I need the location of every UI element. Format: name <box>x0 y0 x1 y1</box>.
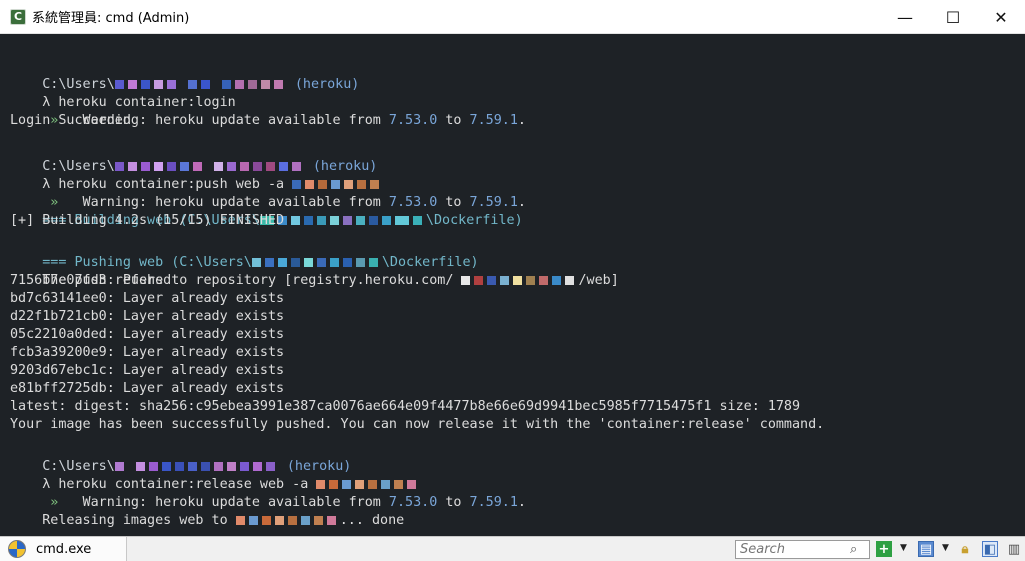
minimize-button[interactable]: — <box>881 0 929 34</box>
close-button[interactable]: ✕ <box>977 0 1025 34</box>
chevron-down-icon[interactable]: ▼ <box>900 543 907 553</box>
window-title: 系統管理員: cmd (Admin) <box>32 11 190 26</box>
warning-to: to <box>437 113 470 128</box>
tab-label: cmd.exe <box>36 541 92 557</box>
view-icon[interactable]: ▤ <box>918 541 934 557</box>
window-controls: — ☐ ✕ <box>881 0 1025 34</box>
console-tab[interactable]: cmd.exe <box>0 536 127 561</box>
layer-line: 7156b7e07fd3: Pushed <box>10 273 172 288</box>
search-box[interactable]: ⌕ <box>735 540 870 559</box>
output-line: Login Succeeded <box>10 113 131 128</box>
releasing-suffix: ... done <box>339 513 405 528</box>
releasing-prefix: Releasing images web to <box>42 513 236 528</box>
maximize-button[interactable]: ☐ <box>929 0 977 34</box>
redacted-app-name <box>235 513 340 528</box>
building-section: === Building web (C:\Users\ \Dockerfile) <box>10 194 522 228</box>
warning-line: » Warning: heroku update available from … <box>10 176 526 210</box>
prompt-line: C:\Users\ (heroku) <box>10 440 351 474</box>
redacted-app-name <box>461 273 578 288</box>
warning-end: . <box>517 113 526 128</box>
warning-line: » Warning: heroku update available from … <box>10 94 526 128</box>
push-success-line: Your image has been successfully pushed.… <box>10 417 825 432</box>
version-to: 7.59.1 <box>469 495 518 510</box>
layer-line: 9203d67ebc1c: Layer already exists <box>10 363 285 378</box>
layer-line: e81bff2725db: Layer already exists <box>10 381 285 396</box>
search-input[interactable] <box>736 541 848 558</box>
cmder-app-icon[interactable]: C <box>10 8 26 25</box>
lock-icon[interactable]: 🔒︎ <box>957 541 973 557</box>
warning-end: . <box>517 495 526 510</box>
version-to: 7.59.1 <box>469 113 518 128</box>
shield-icon <box>8 540 26 558</box>
search-icon[interactable]: ⌕ <box>850 542 857 557</box>
prompt-line: C:\Users\ (heroku) <box>10 140 377 174</box>
console-output[interactable]: C:\Users\ (heroku) λ heroku container:lo… <box>0 34 1025 536</box>
warning-line: » Warning: heroku update available from … <box>10 476 526 510</box>
layer-line: bd7c63141ee0: Layer already exists <box>10 291 285 306</box>
repository-line: The push refers to repository [registry.… <box>10 254 619 288</box>
add-console-icon[interactable]: + <box>876 541 892 557</box>
command-line: λ heroku container:login <box>10 76 236 110</box>
releasing-line: Releasing images web to ... done <box>10 494 404 528</box>
command-line: λ heroku container:push web -a <box>10 158 383 192</box>
redacted-path <box>259 213 426 228</box>
output-line: [+] Building 4.2s (15/15) FINISHED <box>10 213 285 228</box>
digest-line: latest: digest: sha256:c95ebea3991e387ca… <box>10 399 801 414</box>
layer-line: fcb3a39200e9: Layer already exists <box>10 345 285 360</box>
repo-suffix: /web] <box>578 273 619 288</box>
dockerfile-suffix: \Dockerfile) <box>425 213 523 228</box>
version-from: 7.53.0 <box>388 113 438 128</box>
split-vertical-icon[interactable]: ▥ <box>1006 541 1022 557</box>
prompt-line: C:\Users\ (heroku) <box>10 58 359 92</box>
layer-line: 05c2210a0ded: Layer already exists <box>10 327 285 342</box>
command-line: λ heroku container:release web -a <box>10 458 420 492</box>
heroku-tag: (heroku) <box>294 77 360 92</box>
title-bar: C 系統管理員: cmd (Admin) — ☐ ✕ <box>0 0 1025 34</box>
chevron-down-icon[interactable]: ▼ <box>942 543 949 553</box>
pushing-section: === Pushing web (C:\Users\ \Dockerfile) <box>10 236 478 270</box>
layer-line: d22f1b721cb0: Layer already exists <box>10 309 285 324</box>
status-bar: cmd.exe ⌕ + ▼ ▤ ▼ 🔒︎ ◧ ▥ <box>0 536 1025 561</box>
split-icon[interactable]: ◧ <box>982 541 998 557</box>
warning-to: to <box>437 495 470 510</box>
